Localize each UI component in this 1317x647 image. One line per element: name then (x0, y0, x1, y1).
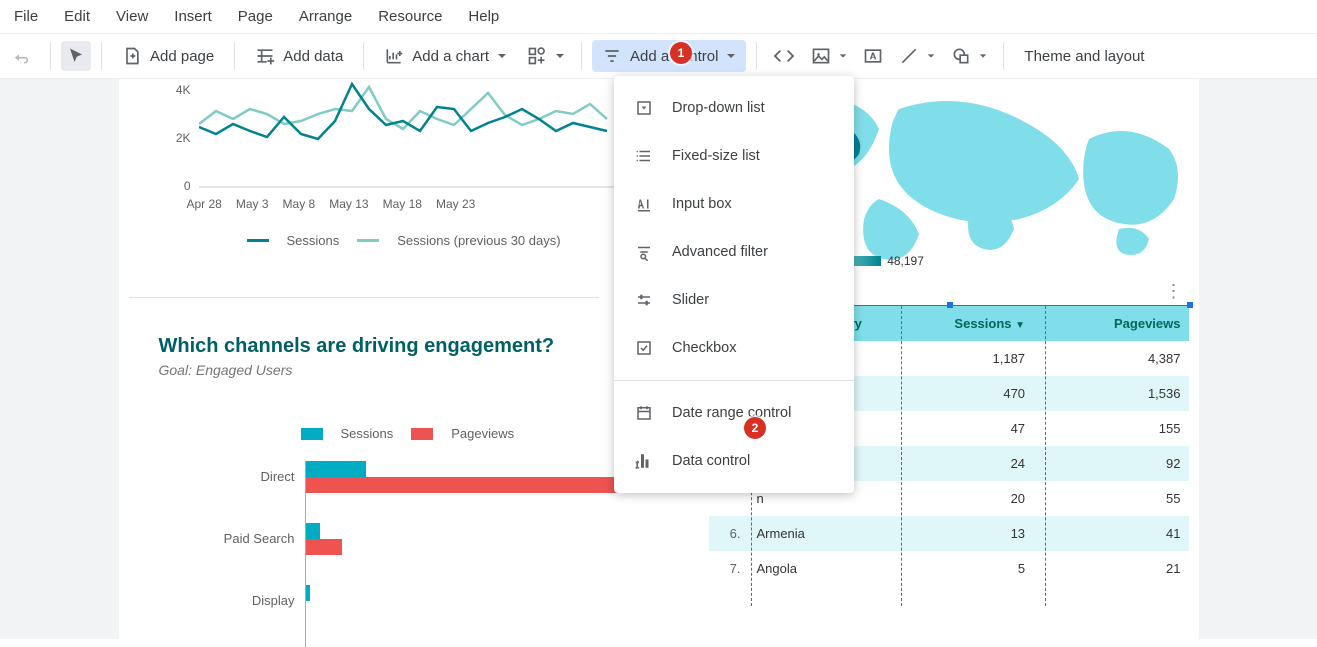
menu-edit[interactable]: Edit (64, 8, 90, 25)
add-data-button[interactable]: Add data (245, 40, 353, 72)
toolbar: Add page Add data Add a chart Add a cont… (0, 33, 1317, 79)
dd-data-control[interactable]: Data control (614, 437, 854, 485)
line-chart-legend: Sessions Sessions (previous 30 days) (247, 233, 561, 248)
bar-rows: Direct Paid Search Display (159, 461, 649, 647)
menu-arrange[interactable]: Arrange (299, 8, 352, 25)
chevron-down-icon (497, 51, 507, 61)
col-pageviews[interactable]: Pageviews (1033, 306, 1188, 341)
dd-advanced-filter[interactable]: Advanced filter (614, 228, 854, 276)
theme-layout-button[interactable]: Theme and layout (1014, 42, 1154, 71)
redo-button[interactable] (8, 40, 40, 72)
dd-dropdown-list[interactable]: Drop-down list (614, 84, 854, 132)
text-button[interactable] (857, 40, 889, 72)
annotation-1: 1 (670, 42, 692, 64)
chevron-down-icon (979, 52, 987, 60)
menu-resource[interactable]: Resource (378, 8, 442, 25)
chevron-down-icon (726, 51, 736, 61)
menu-file[interactable]: File (14, 8, 38, 25)
col-sessions[interactable]: Sessions ▼ (870, 306, 1033, 341)
x-axis: Apr 28 May 3 May 8 May 13 May 18 May 23 (187, 197, 476, 211)
add-page-button[interactable]: Add page (112, 40, 224, 72)
line-chart-svg (199, 79, 629, 194)
bar-chart-legend: Sessions Pageviews (301, 426, 649, 441)
dd-slider[interactable]: Slider (614, 276, 854, 324)
list-icon (634, 146, 654, 166)
chevron-down-icon (555, 51, 565, 61)
filter-search-icon (634, 242, 654, 262)
add-chart-label: Add a chart (412, 48, 489, 65)
select-tool[interactable] (61, 41, 91, 71)
dd-date-range[interactable]: Date range control (614, 389, 854, 437)
dd-checkbox[interactable]: Checkbox (614, 324, 854, 372)
theme-layout-label: Theme and layout (1024, 48, 1144, 65)
add-control-button[interactable]: Add a control (592, 40, 746, 72)
add-page-label: Add page (150, 48, 214, 65)
add-chart-button[interactable]: Add a chart (374, 40, 517, 72)
line-button[interactable] (893, 40, 941, 72)
data-control-icon (634, 451, 654, 471)
slider-icon (634, 290, 654, 310)
shape-button[interactable] (945, 40, 993, 72)
channels-bar-chart[interactable]: Which channels are driving engagement? G… (159, 335, 649, 647)
dd-fixed-list[interactable]: Fixed-size list (614, 132, 854, 180)
dropdown-list-icon (634, 98, 654, 118)
chevron-down-icon (927, 52, 935, 60)
bar-chart-title: Which channels are driving engagement? (159, 335, 649, 358)
menu-insert[interactable]: Insert (174, 8, 212, 25)
menu-view[interactable]: View (116, 8, 148, 25)
input-icon (634, 194, 654, 214)
dd-input-box[interactable]: Input box (614, 180, 854, 228)
table-row: 7.Angola521 (709, 551, 1189, 586)
add-data-label: Add data (283, 48, 343, 65)
menu-page[interactable]: Page (238, 8, 273, 25)
filter-icon (602, 46, 622, 66)
annotation-2: 2 (744, 417, 766, 439)
calendar-icon (634, 403, 654, 423)
bar-chart-subtitle: Goal: Engaged Users (159, 362, 649, 378)
image-button[interactable] (805, 40, 853, 72)
checkbox-icon (634, 338, 654, 358)
add-control-dropdown: Drop-down list Fixed-size list Input box… (614, 76, 854, 493)
table-row: 6.Armenia1341 (709, 516, 1189, 551)
menubar: File Edit View Insert Page Arrange Resou… (0, 0, 1317, 33)
community-viz-button[interactable] (521, 40, 571, 72)
embed-button[interactable] (767, 41, 801, 71)
menu-help[interactable]: Help (468, 8, 499, 25)
chevron-down-icon (839, 52, 847, 60)
